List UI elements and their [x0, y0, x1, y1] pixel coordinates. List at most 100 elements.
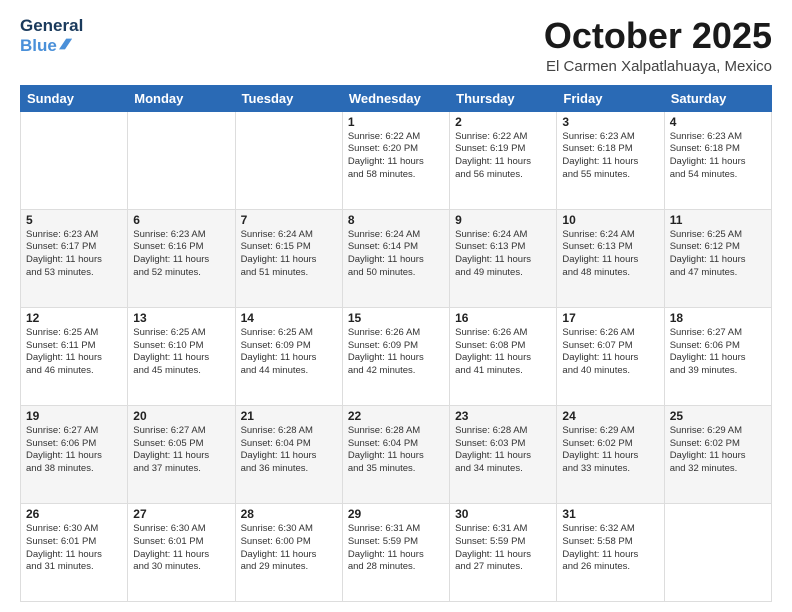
day-info: Sunrise: 6:28 AMSunset: 6:04 PMDaylight:… — [348, 425, 444, 476]
day-info: Sunrise: 6:23 AMSunset: 6:17 PMDaylight:… — [26, 229, 122, 280]
table-row: 15 Sunrise: 6:26 AMSunset: 6:09 PMDayligh… — [342, 307, 449, 405]
table-row: 4 Sunrise: 6:23 AMSunset: 6:18 PMDaylight… — [664, 111, 771, 209]
day-number: 27 — [133, 507, 229, 521]
day-info: Sunrise: 6:30 AMSunset: 6:01 PMDaylight:… — [133, 523, 229, 574]
table-row: 2 Sunrise: 6:22 AMSunset: 6:19 PMDaylight… — [450, 111, 557, 209]
table-row: 5Sunrise: 6:23 AMSunset: 6:17 PMDaylight… — [21, 209, 128, 307]
day-number: 11 — [670, 213, 766, 227]
table-row — [235, 111, 342, 209]
table-row: 9Sunrise: 6:24 AMSunset: 6:13 PMDaylight… — [450, 209, 557, 307]
day-number: 6 — [133, 213, 229, 227]
logo-blue: Blue — [20, 36, 57, 56]
day-info: Sunrise: 6:30 AMSunset: 6:00 PMDaylight:… — [241, 523, 337, 574]
table-row: 21Sunrise: 6:28 AMSunset: 6:04 PMDayligh… — [235, 405, 342, 503]
day-info: Sunrise: 6:22 AMSunset: 6:20 PMDaylight:… — [348, 131, 444, 182]
day-info: Sunrise: 6:27 AMSunset: 6:05 PMDaylight:… — [133, 425, 229, 476]
location: El Carmen Xalpatlahuaya, Mexico — [544, 58, 772, 75]
day-info: Sunrise: 6:25 AMSunset: 6:11 PMDaylight:… — [26, 327, 122, 378]
table-row — [664, 503, 771, 601]
table-row: 1 Sunrise: 6:22 AMSunset: 6:20 PMDaylight… — [342, 111, 449, 209]
day-info: Sunrise: 6:25 AMSunset: 6:12 PMDaylight:… — [670, 229, 766, 280]
calendar-week-row: 19 Sunrise: 6:27 AMSunset: 6:06 PMDayligh… — [21, 405, 772, 503]
table-row: 24 Sunrise: 6:29 AMSunset: 6:02 PMDayligh… — [557, 405, 664, 503]
day-number: 30 — [455, 507, 551, 521]
day-number: 31 — [562, 507, 658, 521]
table-row: 23 Sunrise: 6:28 AMSunset: 6:03 PMDayligh… — [450, 405, 557, 503]
day-number: 23 — [455, 409, 551, 423]
day-info: Sunrise: 6:24 AMSunset: 6:14 PMDaylight:… — [348, 229, 444, 280]
day-number: 26 — [26, 507, 122, 521]
day-info: Sunrise: 6:22 AMSunset: 6:19 PMDaylight:… — [455, 131, 551, 182]
day-number: 2 — [455, 115, 551, 129]
day-number: 12 — [26, 311, 122, 325]
table-row: 10Sunrise: 6:24 AMSunset: 6:13 PMDayligh… — [557, 209, 664, 307]
table-row: 27 Sunrise: 6:30 AMSunset: 6:01 PMDayligh… — [128, 503, 235, 601]
table-row: 22 Sunrise: 6:28 AMSunset: 6:04 PMDayligh… — [342, 405, 449, 503]
day-number: 22 — [348, 409, 444, 423]
calendar-week-row: 26 Sunrise: 6:30 AMSunset: 6:01 PMDayligh… — [21, 503, 772, 601]
col-monday: Monday — [128, 85, 235, 111]
day-number: 24 — [562, 409, 658, 423]
day-number: 15 — [348, 311, 444, 325]
day-info: Sunrise: 6:28 AMSunset: 6:03 PMDaylight:… — [455, 425, 551, 476]
col-sunday: Sunday — [21, 85, 128, 111]
day-info: Sunrise: 6:31 AMSunset: 5:59 PMDaylight:… — [455, 523, 551, 574]
day-number: 3 — [562, 115, 658, 129]
day-number: 17 — [562, 311, 658, 325]
col-saturday: Saturday — [664, 85, 771, 111]
day-number: 18 — [670, 311, 766, 325]
calendar-week-row: 12 Sunrise: 6:25 AMSunset: 6:11 PMDayligh… — [21, 307, 772, 405]
day-info: Sunrise: 6:26 AMSunset: 6:09 PMDaylight:… — [348, 327, 444, 378]
header-right: October 2025 El Carmen Xalpatlahuaya, Me… — [544, 16, 772, 75]
table-row: 20 Sunrise: 6:27 AMSunset: 6:05 PMDayligh… — [128, 405, 235, 503]
calendar-week-row: 1 Sunrise: 6:22 AMSunset: 6:20 PMDaylight… — [21, 111, 772, 209]
col-thursday: Thursday — [450, 85, 557, 111]
table-row: 29 Sunrise: 6:31 AMSunset: 5:59 PMDayligh… — [342, 503, 449, 601]
calendar-table: Sunday Monday Tuesday Wednesday Thursday… — [20, 85, 772, 602]
page: General Blue October 2025 El Carmen Xalp… — [0, 0, 792, 612]
table-row: 13 Sunrise: 6:25 AMSunset: 6:10 PMDayligh… — [128, 307, 235, 405]
table-row: 25 Sunrise: 6:29 AMSunset: 6:02 PMDayligh… — [664, 405, 771, 503]
day-number: 4 — [670, 115, 766, 129]
day-info: Sunrise: 6:23 AMSunset: 6:16 PMDaylight:… — [133, 229, 229, 280]
day-number: 29 — [348, 507, 444, 521]
day-info: Sunrise: 6:27 AMSunset: 6:06 PMDaylight:… — [26, 425, 122, 476]
day-number: 16 — [455, 311, 551, 325]
day-info: Sunrise: 6:30 AMSunset: 6:01 PMDaylight:… — [26, 523, 122, 574]
day-info: Sunrise: 6:32 AMSunset: 5:58 PMDaylight:… — [562, 523, 658, 574]
day-number: 20 — [133, 409, 229, 423]
day-info: Sunrise: 6:25 AMSunset: 6:10 PMDaylight:… — [133, 327, 229, 378]
day-info: Sunrise: 6:29 AMSunset: 6:02 PMDaylight:… — [670, 425, 766, 476]
table-row: 30 Sunrise: 6:31 AMSunset: 5:59 PMDayligh… — [450, 503, 557, 601]
day-number: 7 — [241, 213, 337, 227]
day-number: 28 — [241, 507, 337, 521]
logo-icon — [59, 35, 72, 53]
day-info: Sunrise: 6:27 AMSunset: 6:06 PMDaylight:… — [670, 327, 766, 378]
day-number: 25 — [670, 409, 766, 423]
table-row: 16 Sunrise: 6:26 AMSunset: 6:08 PMDayligh… — [450, 307, 557, 405]
day-info: Sunrise: 6:31 AMSunset: 5:59 PMDaylight:… — [348, 523, 444, 574]
day-info: Sunrise: 6:23 AMSunset: 6:18 PMDaylight:… — [562, 131, 658, 182]
calendar-header-row: Sunday Monday Tuesday Wednesday Thursday… — [21, 85, 772, 111]
table-row: 19 Sunrise: 6:27 AMSunset: 6:06 PMDayligh… — [21, 405, 128, 503]
calendar-week-row: 5Sunrise: 6:23 AMSunset: 6:17 PMDaylight… — [21, 209, 772, 307]
month-title: October 2025 — [544, 16, 772, 56]
day-number: 19 — [26, 409, 122, 423]
logo: General Blue — [20, 16, 72, 58]
table-row: 26 Sunrise: 6:30 AMSunset: 6:01 PMDayligh… — [21, 503, 128, 601]
day-number: 1 — [348, 115, 444, 129]
day-info: Sunrise: 6:29 AMSunset: 6:02 PMDaylight:… — [562, 425, 658, 476]
day-info: Sunrise: 6:24 AMSunset: 6:15 PMDaylight:… — [241, 229, 337, 280]
table-row: 18 Sunrise: 6:27 AMSunset: 6:06 PMDayligh… — [664, 307, 771, 405]
day-info: Sunrise: 6:23 AMSunset: 6:18 PMDaylight:… — [670, 131, 766, 182]
day-number: 8 — [348, 213, 444, 227]
day-number: 21 — [241, 409, 337, 423]
day-info: Sunrise: 6:26 AMSunset: 6:08 PMDaylight:… — [455, 327, 551, 378]
day-info: Sunrise: 6:24 AMSunset: 6:13 PMDaylight:… — [455, 229, 551, 280]
table-row: 3 Sunrise: 6:23 AMSunset: 6:18 PMDaylight… — [557, 111, 664, 209]
table-row: 6 Sunrise: 6:23 AMSunset: 6:16 PMDaylight… — [128, 209, 235, 307]
day-number: 13 — [133, 311, 229, 325]
table-row — [21, 111, 128, 209]
header: General Blue October 2025 El Carmen Xalp… — [20, 16, 772, 75]
col-friday: Friday — [557, 85, 664, 111]
